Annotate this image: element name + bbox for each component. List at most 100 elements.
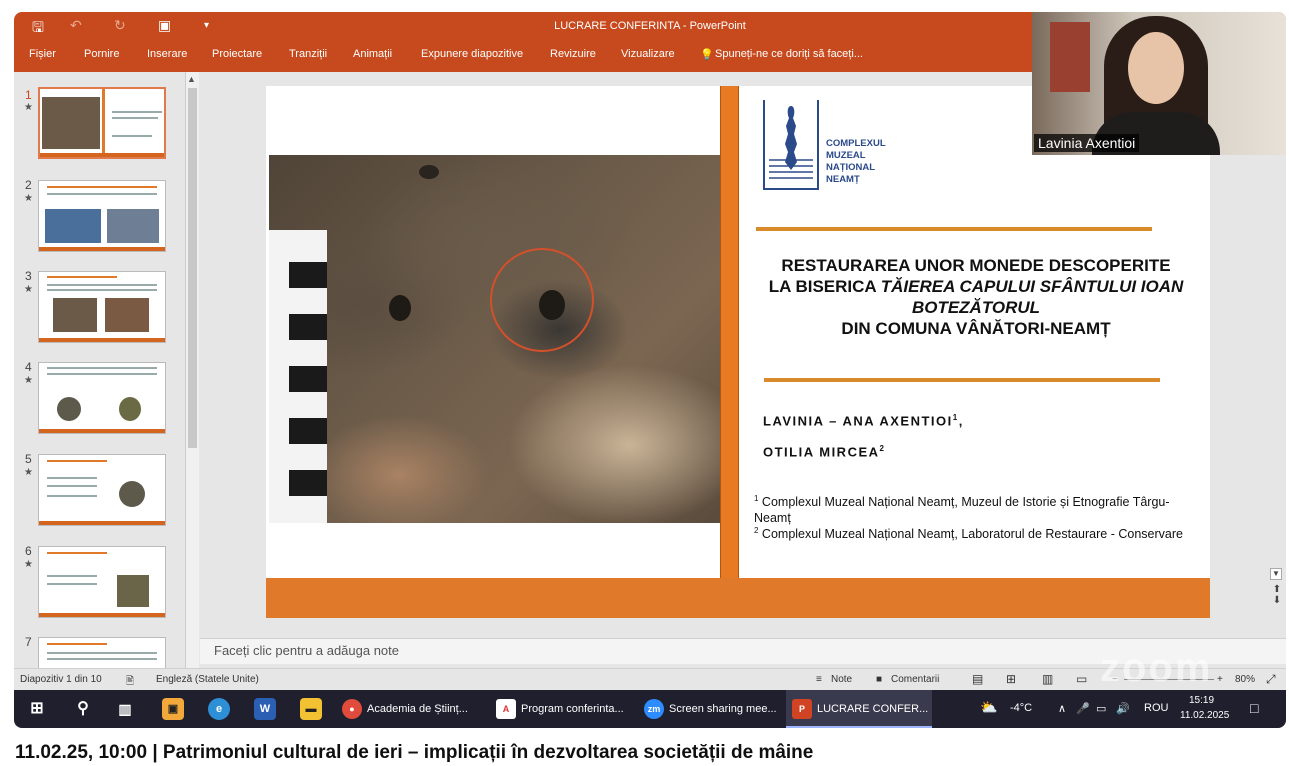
author-name: OTILIA MIRCEA — [763, 444, 880, 460]
pdf-icon: A — [496, 699, 516, 720]
photo-hole — [419, 165, 439, 179]
scroll-down-icon[interactable]: ▼ — [1270, 568, 1282, 580]
scale-segment — [289, 470, 327, 496]
taskbar-app-powerpoint[interactable]: P LUCRARE CONFER... — [786, 690, 932, 728]
store-icon[interactable]: ▣ — [162, 698, 184, 720]
task-view-icon[interactable]: ▥ — [114, 698, 136, 720]
tab-view[interactable]: Vizualizare — [621, 48, 675, 60]
tell-me-search[interactable]: Spuneți-ne ce doriți să faceți... — [715, 48, 863, 60]
slide-canvas[interactable]: COMPLEXUL MUZEAL NAȚIONAL NEAMȚ RESTAURA… — [266, 86, 1210, 618]
slide-thumbnail-6[interactable] — [38, 546, 166, 618]
tab-review[interactable]: Revizuire — [550, 48, 596, 60]
thumb-bar — [102, 89, 105, 155]
next-slide-icon[interactable]: ⬇ — [1270, 595, 1284, 606]
title-line-italic: TĂIEREA CAPULUI SFÂNTULUI IOAN — [880, 277, 1184, 296]
title-line-part: LA BISERICA — [768, 277, 881, 296]
taskbar-app-zoom[interactable]: zm Screen sharing mee... — [638, 690, 782, 728]
tray-chevron-icon[interactable]: ∧ — [1058, 702, 1066, 715]
weather-temp[interactable]: -4°C — [1010, 702, 1032, 714]
slide-thumbnail-3[interactable] — [38, 271, 166, 343]
zoom-icon: zm — [644, 699, 664, 720]
windows-start-icon[interactable]: ⊞ — [26, 698, 48, 720]
slide-thumbnail-2[interactable] — [38, 180, 166, 252]
thumb-text — [47, 575, 97, 577]
thumb-text — [112, 117, 158, 119]
spelling-icon[interactable]: 🖹 — [126, 674, 134, 691]
microphone-icon[interactable]: 🎤 — [1076, 702, 1090, 715]
museum-logo-text: COMPLEXUL MUZEAL NAȚIONAL NEAMȚ — [826, 138, 886, 186]
author-comma: , — [958, 413, 964, 429]
volume-icon[interactable]: 🔊 — [1116, 702, 1130, 715]
author-name: LAVINIA – ANA AXENTIOI — [763, 413, 953, 429]
edge-icon[interactable]: e — [208, 698, 230, 720]
previous-slide-icon[interactable]: ⬆ — [1270, 584, 1284, 595]
notifications-icon[interactable]: □ — [1250, 700, 1258, 716]
title-rule-bottom — [764, 378, 1160, 382]
thumb-text — [47, 485, 97, 487]
notes-icon[interactable]: ≡ — [816, 674, 822, 685]
comments-button[interactable]: Comentarii — [891, 674, 939, 685]
animation-star-icon: ★ — [24, 559, 33, 570]
tab-file[interactable]: Fișier — [29, 48, 56, 60]
scroll-up-icon[interactable]: ▲ — [187, 74, 196, 84]
thumb-number: 1 — [25, 88, 32, 102]
thumb-number: 7 — [25, 635, 32, 649]
slide-thumbnail-5[interactable] — [38, 454, 166, 526]
thumb-footer — [39, 521, 165, 525]
taskbar-app-chrome[interactable]: ● Academia de Științ... — [336, 690, 482, 728]
slideshow-icon[interactable]: ▭ — [1076, 672, 1087, 686]
author-1: LAVINIA – ANA AXENTIOI1, — [763, 413, 964, 428]
weather-icon[interactable]: ⛅ — [980, 699, 997, 716]
logo-line: COMPLEXUL — [826, 138, 886, 149]
thumb-coin — [57, 397, 81, 421]
thumbnail-scrollbar[interactable]: ▲ ▼ — [185, 72, 199, 680]
animation-star-icon: ★ — [24, 375, 33, 386]
thumb-footer — [39, 613, 165, 617]
logo-line: NAȚIONAL — [826, 162, 876, 173]
slide-thumbnail-1[interactable] — [38, 87, 166, 159]
reading-view-icon[interactable]: ▥ — [1042, 672, 1053, 686]
tab-transitions[interactable]: Tranziții — [289, 48, 327, 60]
comments-icon[interactable]: ■ — [876, 674, 882, 685]
affil-text: Complexul Muzeal Național Neamț, Laborat… — [758, 527, 1183, 542]
scale-segment — [289, 418, 327, 444]
clock-date[interactable]: 11.02.2025 — [1180, 710, 1229, 721]
tab-insert[interactable]: Inserare — [147, 48, 187, 60]
clock-time[interactable]: 15:19 — [1189, 695, 1214, 706]
tab-design[interactable]: Proiectare — [212, 48, 262, 60]
thumb-text — [47, 495, 97, 497]
scrollbar-thumb[interactable] — [188, 88, 197, 448]
taskbar-app-label: Program conferinta... — [521, 703, 624, 715]
thumb-text — [47, 652, 157, 654]
affil-text: Complexul Muzeal Național Neamț, Muzeul … — [754, 495, 1170, 526]
slide-sorter-icon[interactable]: ⊞ — [1006, 672, 1016, 686]
taskbar-app-pdf[interactable]: A Program conferinta... — [490, 690, 634, 728]
participant-video[interactable]: Lavinia Axentioi — [1032, 12, 1286, 155]
zoom-in-icon[interactable]: + — [1217, 674, 1223, 685]
slide-thumbnail-4[interactable] — [38, 362, 166, 434]
notes-button[interactable]: Note — [831, 674, 852, 685]
language-indicator[interactable]: Engleză (Statele Unite) — [156, 674, 259, 685]
tab-home[interactable]: Pornire — [84, 48, 119, 60]
normal-view-icon[interactable]: ▤ — [972, 672, 983, 686]
search-icon[interactable]: ⚲ — [72, 698, 94, 720]
thumb-text — [47, 367, 157, 369]
windows-taskbar: ⊞ ⚲ ▥ ▣ e W ▬ ● Academia de Științ... A Pr… — [14, 690, 1286, 728]
slide-thumbnail-pane: 1 ★ 2 ★ 3 ★ 4 ★ 5 ★ 6 ★ 7 — [14, 72, 200, 682]
word-icon[interactable]: W — [254, 698, 276, 720]
excavation-photo — [269, 155, 720, 523]
zoom-level[interactable]: 80% — [1235, 674, 1255, 685]
photo-scale-bar — [269, 230, 327, 523]
tab-slideshow[interactable]: Expunere diapozitive — [421, 48, 523, 60]
thumb-number: 5 — [25, 452, 32, 466]
video-caption: 11.02.25, 10:00 | Patrimoniul cultural d… — [15, 742, 814, 763]
file-explorer-icon[interactable]: ▬ — [300, 698, 322, 720]
thumb-text — [47, 583, 97, 585]
battery-icon[interactable]: ▭ — [1096, 702, 1106, 715]
fit-to-window-icon[interactable]: ⤢ — [1266, 672, 1276, 687]
tab-animations[interactable]: Animații — [353, 48, 392, 60]
slide-title: RESTAURAREA UNOR MONEDE DESCOPERITE LA B… — [756, 255, 1196, 339]
photo-hole — [389, 295, 411, 321]
zoom-watermark: zoom — [1100, 646, 1213, 690]
input-language[interactable]: ROU — [1144, 702, 1168, 714]
